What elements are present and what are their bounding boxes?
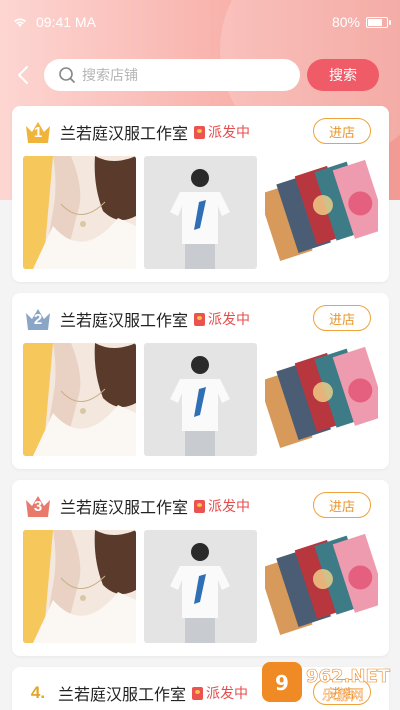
product-thumbnails [23, 343, 378, 456]
red-envelope-icon [194, 499, 206, 513]
rank-crown-icon: 3 [24, 493, 52, 519]
shop-name[interactable]: 兰若庭汉服工作室 [60, 307, 188, 331]
dispatch-status: 派发中 [208, 124, 251, 140]
svg-text:962.NET: 962.NET [306, 666, 391, 687]
enter-shop-button[interactable]: 进店 [313, 305, 371, 331]
red-envelope-icon [194, 312, 206, 326]
shop-name[interactable]: 兰若庭汉服工作室 [60, 494, 188, 518]
product-thumbnails [23, 156, 378, 269]
search-input[interactable] [82, 67, 282, 83]
shop-card[interactable]: 3 兰若庭汉服工作室 派发中 进店 [12, 480, 389, 656]
shop-card-header: 3 兰若庭汉服工作室 派发中 进店 [24, 492, 377, 520]
product-image-cards[interactable] [265, 343, 378, 456]
search-box[interactable] [44, 59, 300, 91]
status-time: 09:41 MA [36, 14, 96, 30]
shop-card-header: 1 兰若庭汉服工作室 派发中 进店 [24, 118, 377, 146]
search-button[interactable]: 搜索 [307, 59, 379, 91]
watermark-logo: 9 962.NET 乐游网 [262, 660, 394, 704]
shop-card[interactable]: 2 兰若庭汉服工作室 派发中 进店 [12, 293, 389, 469]
enter-shop-button[interactable]: 进店 [313, 118, 371, 144]
status-bar: 09:41 MA 80% [0, 0, 400, 44]
red-envelope-icon [192, 686, 204, 700]
product-image-tshirt[interactable] [144, 156, 257, 269]
enter-shop-button[interactable]: 进店 [313, 492, 371, 518]
product-image-cards[interactable] [265, 530, 378, 643]
rank-number: 3 [33, 498, 43, 515]
red-envelope-icon [194, 125, 206, 139]
dispatch-status: 派发中 [208, 498, 251, 514]
rank-number: 2 [33, 311, 43, 328]
shop-card[interactable]: 1 兰若庭汉服工作室 派发中 进店 [12, 106, 389, 282]
product-image-tshirt[interactable] [144, 530, 257, 643]
back-button[interactable] [10, 61, 38, 89]
shop-card-header: 2 兰若庭汉服工作室 派发中 进店 [24, 305, 377, 333]
product-image-necklace[interactable] [23, 343, 136, 456]
rank-number: 4. [30, 683, 46, 702]
dispatch-status: 派发中 [208, 311, 251, 327]
chevron-left-icon [18, 66, 28, 84]
product-image-necklace[interactable] [23, 156, 136, 269]
rank-number: 1 [33, 124, 43, 141]
svg-text:乐游网: 乐游网 [322, 688, 364, 704]
product-thumbnails [23, 530, 378, 643]
shop-name[interactable]: 兰若庭汉服工作室 [60, 120, 188, 144]
search-icon [59, 67, 75, 83]
battery-percent: 80% [331, 14, 360, 30]
wifi-icon [13, 18, 27, 27]
rank-crown-icon: 1 [24, 119, 52, 145]
shop-name[interactable]: 兰若庭汉服工作室 [58, 681, 186, 705]
svg-text:9: 9 [275, 671, 289, 695]
rank-crown-icon: 2 [24, 306, 52, 332]
product-image-necklace[interactable] [23, 530, 136, 643]
product-image-tshirt[interactable] [144, 343, 257, 456]
dispatch-status: 派发中 [206, 685, 249, 701]
battery-icon [366, 16, 391, 28]
search-row: 搜索 [0, 57, 400, 93]
product-image-cards[interactable] [265, 156, 378, 269]
